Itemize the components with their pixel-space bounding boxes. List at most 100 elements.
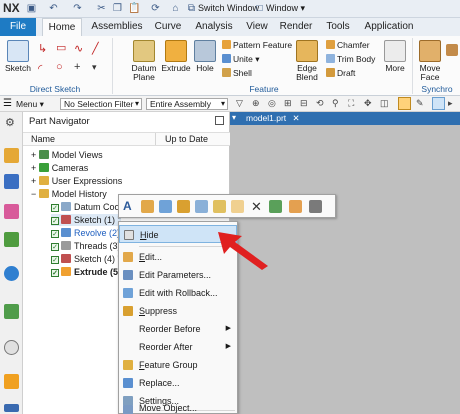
close-icon[interactable]: ✕ (293, 113, 300, 123)
tree-item-extrude-5[interactable]: ✓ Extrude (5) (51, 266, 121, 278)
column-name[interactable]: Name (31, 134, 55, 144)
assembly-navigator-icon[interactable] (4, 148, 19, 163)
resource-settings-icon[interactable]: ⚙ (5, 116, 15, 129)
tree-item-datum-coord[interactable]: ✓ Datum Coo (51, 201, 120, 213)
tab-analysis[interactable]: Analysis (188, 18, 240, 36)
checkbox[interactable]: ✓ (51, 217, 59, 225)
maximize-icon[interactable] (215, 116, 224, 125)
suppress-icon[interactable] (177, 200, 190, 213)
menu-item-replace[interactable]: Replace... (119, 374, 237, 392)
select-all-icon[interactable]: ⊞ (284, 98, 292, 109)
tree-item-sketch-1[interactable]: ✓ Sketch (1) " (51, 214, 121, 226)
tree-item-model-views[interactable]: + Model Views (31, 149, 103, 161)
menu-button[interactable]: Menu ▾ (16, 99, 44, 110)
expand-icon[interactable]: + (31, 150, 39, 160)
edge-blend-button[interactable]: Edge Blend (292, 40, 322, 82)
copy-icon[interactable]: ❐ (112, 3, 123, 14)
profile-icon[interactable]: ↳ (38, 42, 47, 55)
part-navigator-icon[interactable] (4, 204, 19, 219)
redo-icon[interactable]: ↷ (72, 3, 83, 14)
studio-spline-icon[interactable]: ∿ (74, 42, 83, 55)
toolbar-more-icon[interactable]: ▸ (448, 98, 453, 109)
menu-item-reorder-after[interactable]: Reorder After ▶ (119, 338, 237, 356)
menu-item-reorder-before[interactable]: Reorder Before ▶ (119, 320, 237, 338)
line-icon[interactable]: ╱ (92, 42, 99, 55)
switch-window-button[interactable]: Switch Window (198, 3, 259, 13)
tab-view[interactable]: View (240, 18, 274, 36)
expand-icon[interactable]: + (31, 163, 39, 173)
tree-item-model-history[interactable]: − Model History (31, 188, 107, 200)
hole-button[interactable]: Hole (192, 40, 218, 73)
unite-button[interactable]: Unite ▾ (222, 54, 259, 64)
checkbox[interactable]: ✓ (51, 269, 59, 277)
window-menu-button[interactable]: Window ▾ (266, 3, 305, 14)
menu-item-move-object[interactable]: Move Object... (119, 401, 237, 414)
copy-feature-icon[interactable] (269, 200, 282, 213)
checkbox[interactable]: ✓ (51, 204, 59, 212)
view-orientation-icon[interactable]: ◫ (380, 98, 389, 109)
menu-item-feature-group[interactable]: Feature Group (119, 356, 237, 374)
tree-item-cameras[interactable]: + Cameras (31, 162, 88, 174)
point-icon[interactable]: + (74, 61, 80, 73)
tree-item-sketch-4[interactable]: ✓ Sketch (4) " (51, 253, 121, 265)
pin-icon[interactable]: ✎ (416, 98, 424, 109)
edit-with-rollback-icon[interactable] (159, 200, 172, 213)
delete-icon[interactable]: ✕ (251, 199, 262, 215)
paste-icon[interactable]: 📋 (128, 3, 140, 14)
arc-icon[interactable]: ◜ (38, 62, 42, 75)
select-features-icon[interactable]: ⊕ (252, 98, 260, 109)
more-button[interactable]: More (382, 40, 408, 73)
information-icon[interactable] (309, 200, 322, 213)
tab-render[interactable]: Render (274, 18, 318, 36)
extrude-button[interactable]: Extrude (160, 40, 192, 73)
save-icon[interactable]: ▣ (26, 3, 37, 14)
snap-point-icon[interactable]: ◎ (268, 98, 276, 109)
snap-active-icon[interactable] (398, 97, 411, 110)
selection-mode-icon[interactable] (432, 97, 445, 110)
checkbox[interactable]: ✓ (51, 256, 59, 264)
tab-home[interactable]: Home (42, 18, 82, 36)
reorder-icon[interactable] (213, 200, 226, 213)
tree-item-threads-3[interactable]: ✓ Threads (3) (51, 240, 121, 252)
menu-item-edit-rollback[interactable]: Edit with Rollback... (119, 284, 237, 302)
edit-sketch-icon[interactable] (141, 200, 154, 213)
tab-tools[interactable]: Tools (318, 18, 358, 36)
datum-plane-button[interactable]: Datum Plane (128, 40, 160, 82)
tab-list-icon[interactable]: ▾ (232, 113, 236, 122)
selection-scope-dropdown[interactable]: Entire Assembly (146, 98, 228, 110)
pattern-feature-button[interactable]: Pattern Feature (222, 40, 292, 50)
move-face-button[interactable]: Move Face (416, 40, 444, 82)
edit-parameters-icon[interactable]: A (123, 199, 132, 213)
tree-item-revolve-2[interactable]: ✓ Revolve (2) (51, 227, 120, 239)
tab-assemblies[interactable]: Assemblies (86, 18, 148, 36)
draft-button[interactable]: Draft (326, 68, 355, 78)
tab-application[interactable]: Application (358, 18, 420, 36)
checkbox[interactable]: ✓ (51, 243, 59, 251)
sketch-button[interactable]: Sketch (4, 40, 32, 73)
circle-icon[interactable]: ○ (56, 61, 63, 73)
selection-filter-dropdown[interactable]: No Selection Filter (60, 98, 142, 110)
feature-color-icon[interactable] (289, 200, 302, 213)
fit-icon[interactable]: ⛶ (348, 98, 354, 109)
pan-icon[interactable]: ✥ (364, 98, 372, 109)
reuse-library-icon[interactable] (4, 232, 19, 247)
column-up-to-date[interactable]: Up to Date (165, 134, 208, 144)
make-current-icon[interactable] (195, 200, 208, 213)
shell-button[interactable]: Shell (222, 68, 252, 78)
synchronous-more-icon[interactable] (446, 44, 458, 56)
zoom-icon[interactable]: ⚲ (332, 98, 339, 109)
rectangle-icon[interactable]: ▭ (56, 41, 66, 54)
constraint-navigator-icon[interactable] (4, 174, 19, 189)
measure-icon[interactable] (231, 200, 244, 213)
system-materials-icon[interactable] (4, 404, 19, 412)
tab-model1-prt[interactable]: model1.prt ✕ (242, 113, 304, 124)
trim-body-button[interactable]: Trim Body (326, 54, 375, 64)
tab-curve[interactable]: Curve (148, 18, 188, 36)
clock-icon[interactable] (4, 340, 19, 355)
expand-icon[interactable]: + (31, 176, 39, 186)
menu-item-suppress[interactable]: Suppress (119, 302, 237, 320)
tab-file[interactable]: File (0, 18, 36, 36)
deselect-icon[interactable]: ⊟ (300, 98, 308, 109)
tree-item-user-expressions[interactable]: + User Expressions (31, 175, 122, 187)
switch-window-icon[interactable]: ⧉ (186, 3, 197, 14)
